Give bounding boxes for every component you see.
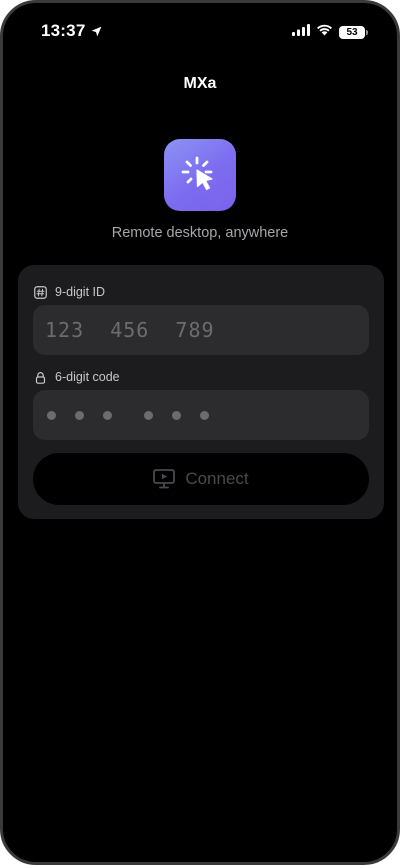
app-logo — [164, 139, 236, 211]
app-tagline: Remote desktop, anywhere — [111, 225, 289, 241]
code-field-label: 6-digit code — [34, 370, 120, 384]
code-placeholder-dot — [103, 410, 112, 420]
code-placeholder-dot — [75, 410, 84, 420]
hash-icon — [34, 285, 47, 299]
code-input[interactable] — [33, 390, 369, 440]
code-placeholder-dot — [200, 410, 209, 420]
status-indicators: 53 — [292, 23, 368, 41]
location-arrow-icon — [90, 25, 103, 38]
code-placeholder-dot — [144, 410, 153, 420]
battery-level: 53 — [346, 26, 358, 38]
cursor-click-icon — [181, 156, 213, 191]
id-field-label: 9-digit ID — [34, 285, 105, 299]
wifi-icon — [316, 23, 333, 41]
phone-screen: 13:37 53 MXa Remote desktop, anywhere 9-… — [0, 0, 400, 865]
cellular-signal-icon — [292, 23, 310, 41]
id-field-label-text: 9-digit ID — [55, 285, 106, 299]
code-placeholder-dot — [172, 410, 181, 420]
code-placeholder-dot — [47, 410, 56, 420]
connect-button-label: Connect — [185, 469, 249, 488]
battery-indicator: 53 — [339, 25, 368, 39]
connect-button[interactable]: Connect — [33, 453, 369, 505]
code-field-label-text: 6-digit code — [55, 370, 120, 384]
status-time: 13:37 — [41, 21, 86, 40]
status-time-group: 13:37 — [41, 21, 103, 41]
status-bar: 13:37 53 — [3, 3, 397, 59]
id-input[interactable] — [33, 305, 369, 355]
app-title: MXa — [183, 75, 217, 92]
monitor-play-icon — [153, 469, 176, 489]
connect-form-card: 9-digit ID 6-digit code — [18, 265, 384, 519]
lock-icon — [34, 371, 47, 384]
